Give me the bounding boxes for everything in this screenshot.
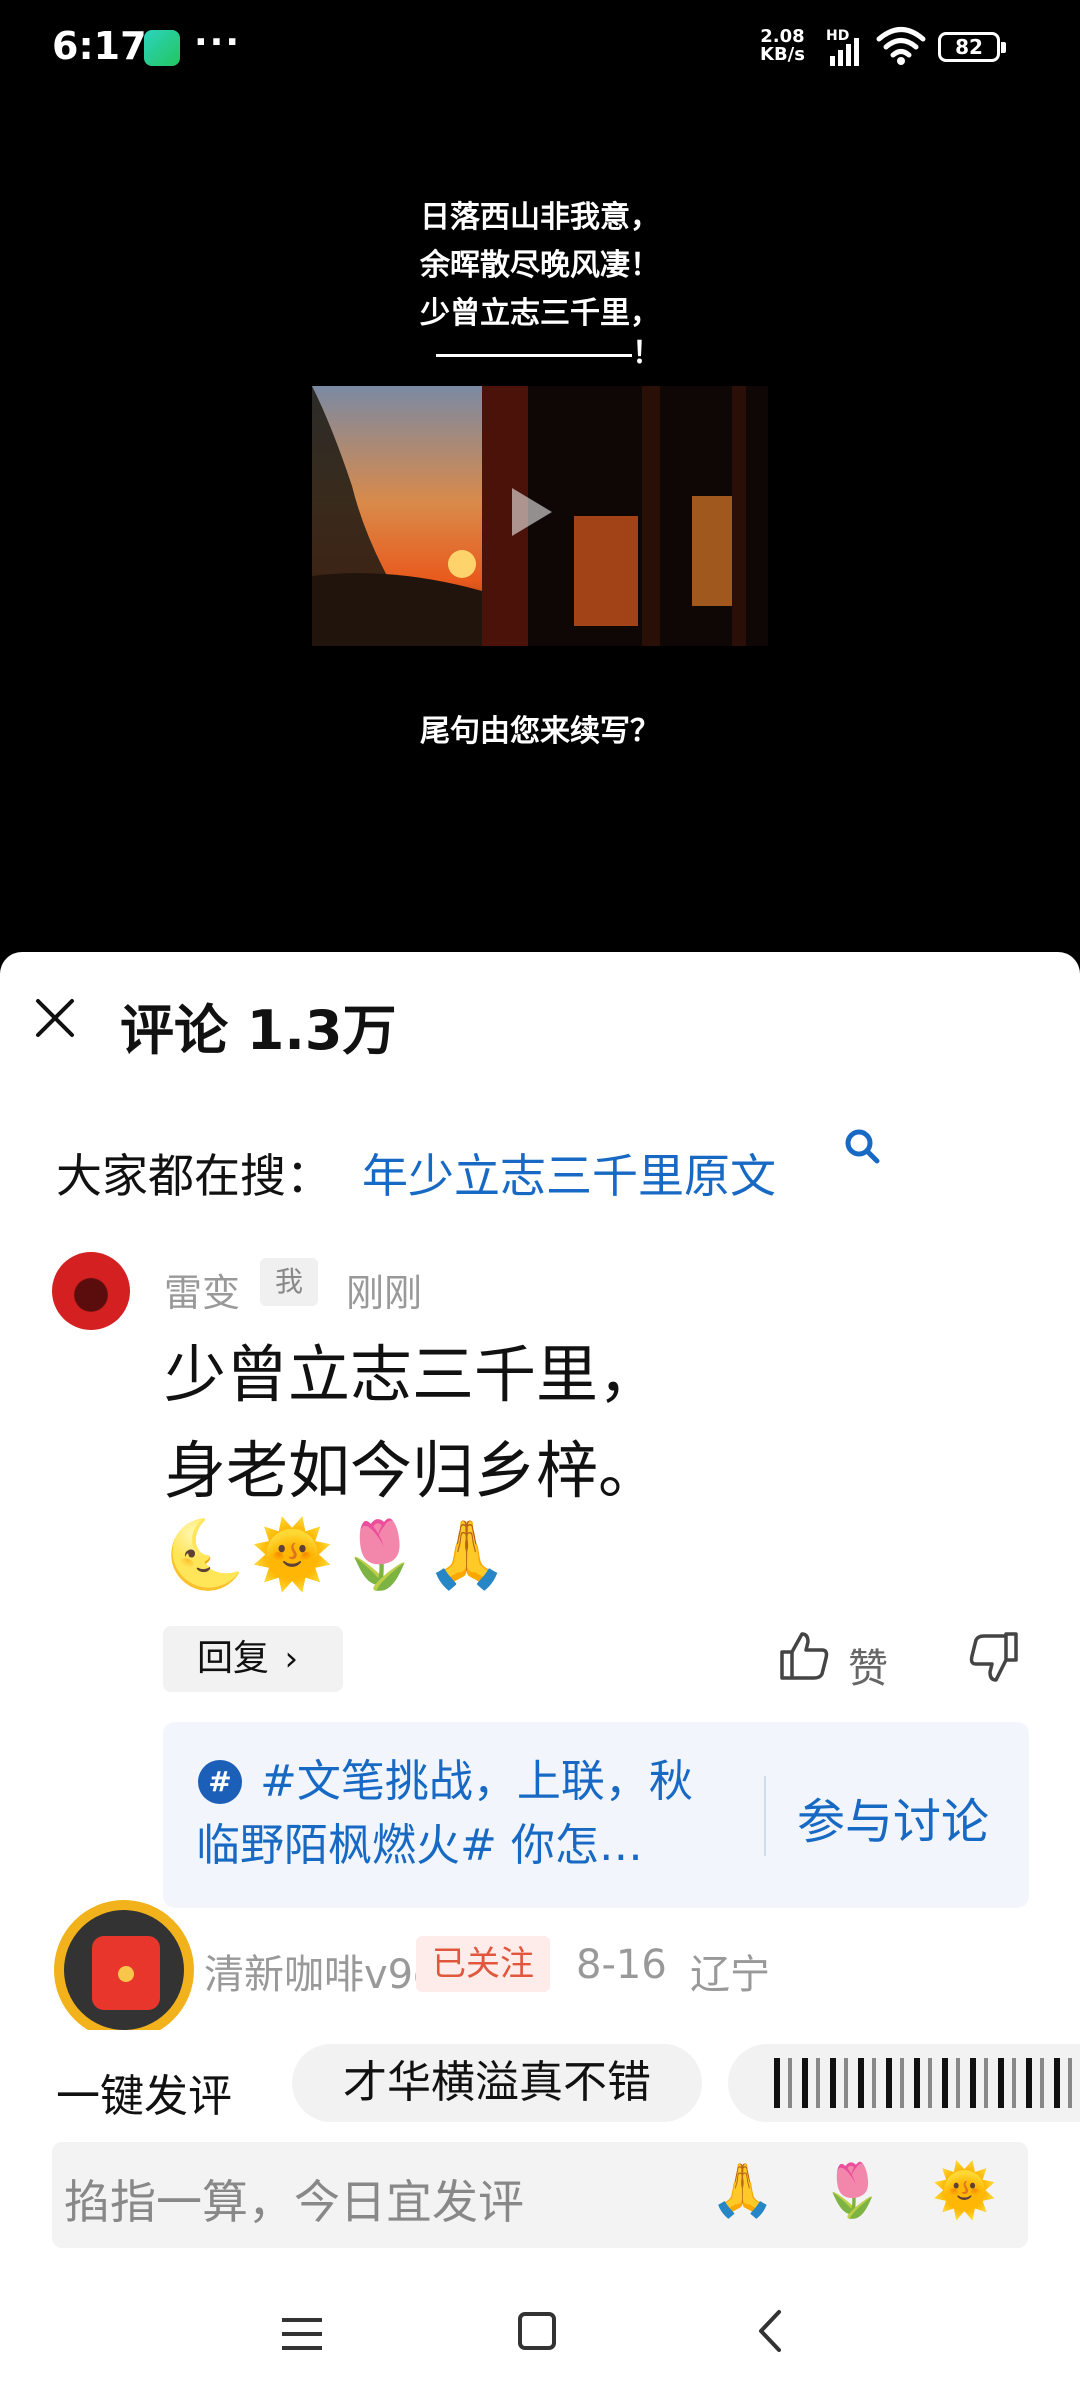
menu-icon[interactable]	[280, 2316, 324, 2352]
home-icon[interactable]	[518, 2312, 556, 2350]
poem-blank-suffix: ！	[632, 336, 662, 371]
red-packet-icon[interactable]	[92, 1936, 160, 2010]
quick-reply-chip[interactable]: 才华横溢真不错	[292, 2044, 702, 2122]
battery-icon: 82	[938, 32, 1006, 62]
moon-emoji: 🌜	[164, 1516, 247, 1593]
followed-badge: 已关注	[416, 1936, 550, 1992]
comment-date: 8-16	[576, 1942, 667, 1988]
me-badge: 我	[260, 1258, 318, 1306]
sun-emoji: 🌞	[251, 1516, 334, 1593]
comment-time: 刚刚	[346, 1271, 423, 1315]
topic-text[interactable]: #文笔挑战，上联，秋临野陌枫燃火# 你怎…	[196, 1750, 726, 1878]
app-icon	[144, 30, 180, 66]
poem-line-3: 少曾立志三千里，	[420, 296, 660, 331]
more-notifications-icon: ···	[194, 22, 242, 63]
comment-text-line-1: 少曾立志三千里，	[164, 1338, 661, 1411]
pray-emoji: 🙏	[425, 1516, 509, 1593]
comment-text-line-2: 身老如今归乡梓。	[164, 1434, 661, 1507]
like-icon[interactable]	[776, 1628, 832, 1684]
search-icon[interactable]	[843, 1128, 883, 1168]
back-icon[interactable]	[755, 2308, 785, 2354]
like-label[interactable]: 赞	[848, 1636, 888, 1694]
status-time: 6:17	[52, 24, 147, 68]
comment-input-placeholder: 掐指一算，今日宜发评	[64, 2175, 524, 2229]
play-icon[interactable]	[512, 488, 552, 536]
join-discussion-button[interactable]: 参与讨论	[797, 1782, 989, 1852]
comments-title: 评论 1.3万	[120, 999, 397, 1062]
avatar[interactable]	[52, 1252, 130, 1330]
comment-location: 辽宁	[690, 1952, 770, 1998]
net-speed: 2.08 KB/s	[760, 28, 805, 64]
quick-reply-label: 一键发评	[56, 2071, 232, 2122]
comment-username[interactable]: 雷变	[164, 1262, 240, 1317]
poem-line-2: 余晖散尽晚风凄！	[420, 248, 660, 283]
poem-line-1: 日落西山非我意，	[420, 200, 660, 235]
sun-emoji-button[interactable]: 🌞	[932, 2160, 997, 2221]
quick-reply-chip-2-content	[774, 2058, 1080, 2108]
reply-label: 回复	[197, 1638, 270, 1679]
poem-blank-line	[436, 354, 632, 357]
wifi-icon	[876, 27, 926, 65]
poem-question: 尾句由您来续写？	[420, 714, 660, 749]
signal-icon	[830, 38, 859, 66]
reply-button[interactable]: 回复 ›	[163, 1626, 343, 1692]
trending-search-link[interactable]: 年少立志三千里原文	[362, 1140, 776, 1206]
dislike-icon[interactable]	[966, 1630, 1022, 1686]
pray-emoji-button[interactable]: 🙏	[710, 2160, 775, 2221]
close-icon[interactable]	[34, 997, 76, 1039]
tulip-emoji-button[interactable]: 🌷	[820, 2160, 885, 2221]
topic-divider	[764, 1776, 766, 1856]
trending-search-label: 大家都在搜：	[56, 1149, 332, 1203]
chevron-right-icon: ›	[284, 1639, 299, 1679]
status-bar: 6:17 ··· 2.08 KB/s HD 82	[0, 0, 1080, 100]
comment-username[interactable]: 清新咖啡v9d	[204, 1942, 439, 2000]
tulip-emoji: 🌷	[338, 1516, 421, 1593]
net-speed-unit: KB/s	[760, 44, 805, 65]
comment-emojis: 🌜 🌞 🌷 🙏	[164, 1516, 508, 1606]
